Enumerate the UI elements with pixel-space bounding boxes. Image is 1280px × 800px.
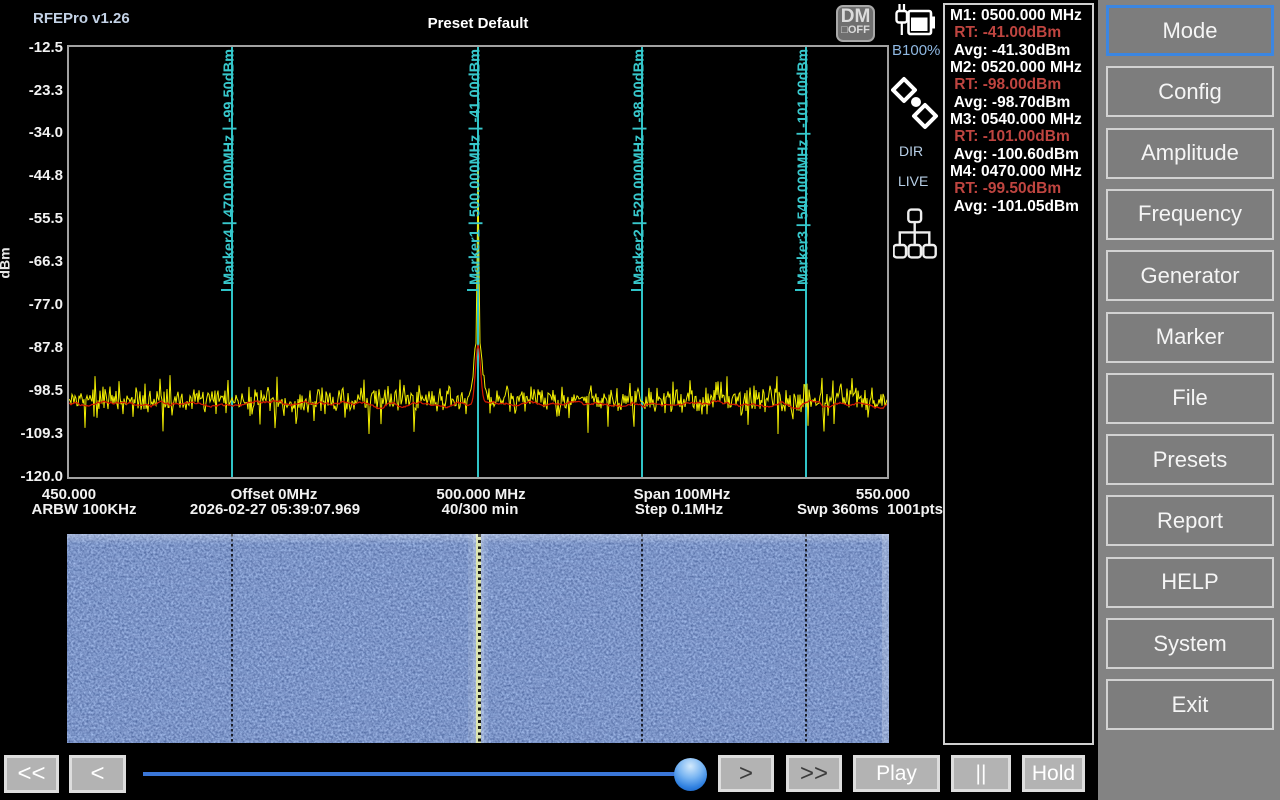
svg-text:Marker4 | 470.000MHz | -99.50d: Marker4 | 470.000MHz | -99.50dBm: [222, 49, 238, 285]
svg-text:Marker2 | 520.000MHz | -98.00d: Marker2 | 520.000MHz | -98.00dBm: [632, 49, 648, 285]
svg-text:Marker1 | 500.000MHz | -41.00d: Marker1 | 500.000MHz | -41.00dBm: [468, 49, 484, 285]
svg-text:Marker3 | 540.000MHz | -101.00: Marker3 | 540.000MHz | -101.00dBm: [796, 49, 812, 285]
